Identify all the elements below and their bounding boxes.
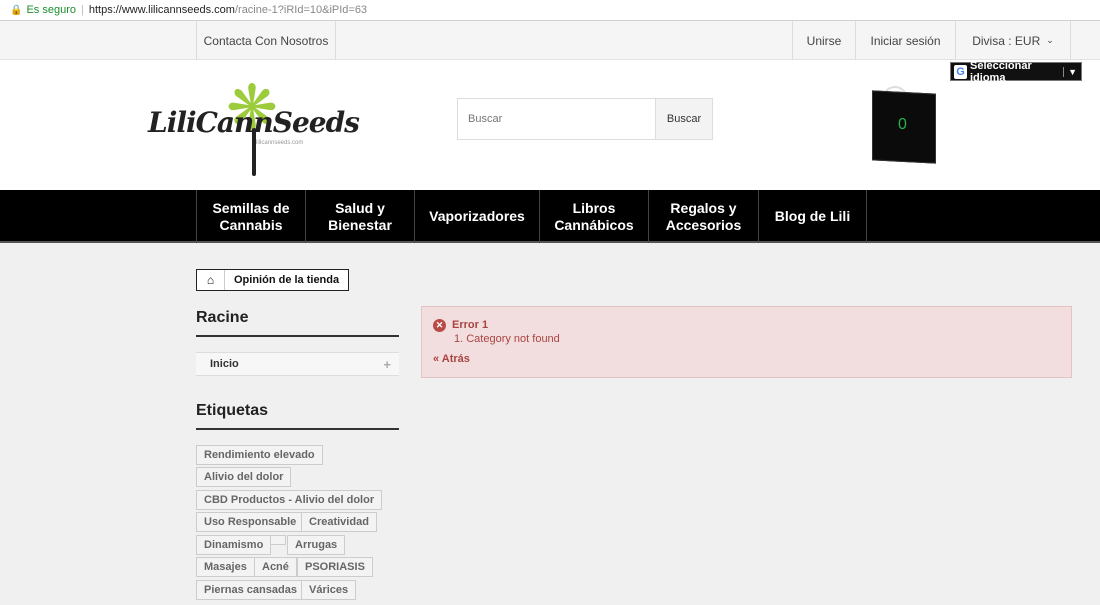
nav-label-line2: Bienestar [328, 216, 392, 233]
divider [196, 428, 399, 430]
google-icon: G [954, 64, 967, 79]
secure-label: Es seguro [26, 4, 76, 16]
site-logo[interactable]: ❋ LiliCannSeeds lilicannseeds.com [148, 78, 360, 178]
divider [196, 335, 399, 337]
contact-link[interactable]: Contacta Con Nosotros [196, 21, 336, 60]
nav-item-semillas[interactable]: Semillas de Cannabis [196, 190, 305, 243]
tag-link[interactable]: Acné [254, 557, 297, 577]
tag-link[interactable]: Rendimiento elevado [196, 445, 323, 465]
tag-link[interactable]: PSORIASIS [297, 557, 373, 577]
nav-item-blog[interactable]: Blog de Lili [758, 190, 867, 243]
address-bar[interactable]: 🔒 Es seguro | https://www.lilicannseeds.… [0, 0, 1100, 21]
nav-label: Blog de Lili [774, 208, 851, 224]
triangle-down-icon: ▼ [1063, 66, 1081, 77]
register-link[interactable]: Unirse [792, 21, 855, 60]
login-link[interactable]: Iniciar sesión [855, 21, 955, 60]
logo-text: LiliCannSeeds [148, 106, 360, 139]
nav-item-salud[interactable]: Salud y Bienestar [305, 190, 414, 243]
currency-label: Divisa : EUR [972, 33, 1041, 48]
tag-link[interactable]: Alivio del dolor [196, 467, 292, 487]
cart-count: 0 [898, 116, 907, 133]
url-host: https://www.lilicannseeds.com [88, 4, 235, 16]
logo-subtext: lilicannseeds.com [256, 140, 304, 146]
tag-link[interactable]: Dinamismo [196, 535, 272, 555]
tag-link[interactable]: CBD Productos - Alivio del dolor [196, 490, 383, 510]
category-heading: Racine [196, 309, 249, 326]
tag-link[interactable]: Creatividad [301, 512, 377, 532]
tag-link[interactable]: Várices [301, 580, 357, 600]
nav-item-regalos[interactable]: Regalos y Accesorios [648, 190, 758, 243]
tag-link[interactable]: Arrugas [287, 535, 346, 555]
currency-dropdown[interactable]: Divisa : EUR ⌄ [955, 21, 1071, 60]
error-icon: ✕ [433, 319, 446, 332]
breadcrumb: ⌂ Opinión de la tienda [196, 269, 350, 291]
search-form: Buscar [457, 98, 713, 140]
nav-label-line1: Libros [572, 199, 616, 216]
search-input[interactable] [458, 99, 656, 139]
error-alert: ✕ Error 1 1. Category not found « Atrás [421, 306, 1072, 378]
back-link[interactable]: « Atrás [433, 353, 470, 365]
home-icon[interactable]: ⌂ [197, 270, 225, 290]
cart-button[interactable]: 0 [872, 86, 938, 164]
nav-label-line2: Cannábicos [554, 216, 634, 233]
nav-label-line2: Accesorios [665, 216, 742, 233]
nav-label-line1: Semillas de [212, 199, 290, 216]
tag-link-empty[interactable] [270, 535, 286, 545]
tag-link[interactable]: Uso Responsable [196, 512, 305, 532]
search-button[interactable]: Buscar [655, 99, 712, 139]
nav-label-line1: Regalos y [670, 199, 737, 216]
category-item-inicio[interactable]: Inicio + [196, 352, 399, 376]
top-bar: Contacta Con Nosotros Unirse Iniciar ses… [0, 21, 1100, 60]
nav-label-line1: Salud y [335, 199, 385, 216]
nav-label: Vaporizadores [429, 208, 525, 224]
plus-icon[interactable]: + [383, 357, 391, 372]
url-path: /racine-1?iRId=10&iPId=63 [234, 4, 368, 16]
language-label: Seleccionar idioma [970, 59, 1032, 84]
error-message: 1. Category not found [454, 333, 560, 345]
separator: | [80, 4, 84, 16]
tags-heading: Etiquetas [196, 402, 269, 419]
breadcrumb-current: Opinión de la tienda [234, 274, 340, 286]
chevron-down-icon: ⌄ [1046, 35, 1054, 45]
error-title: Error 1 [452, 319, 489, 331]
nav-item-libros[interactable]: Libros Cannábicos [539, 190, 648, 243]
main-nav: Semillas de Cannabis Salud y Bienestar Vap… [0, 190, 1100, 243]
tag-link[interactable]: Masajes [196, 557, 255, 577]
tag-link[interactable]: Piernas cansadas [196, 580, 305, 600]
nav-label-line2: Cannabis [219, 216, 283, 233]
lock-icon: 🔒 [10, 4, 23, 16]
category-item-label: Inicio [210, 358, 239, 370]
language-selector[interactable]: G Seleccionar idioma ▼ [950, 59, 1082, 84]
site-header: ❋ LiliCannSeeds lilicannseeds.com Buscar… [0, 60, 1100, 190]
nav-item-vaporizadores[interactable]: Vaporizadores [414, 190, 539, 243]
